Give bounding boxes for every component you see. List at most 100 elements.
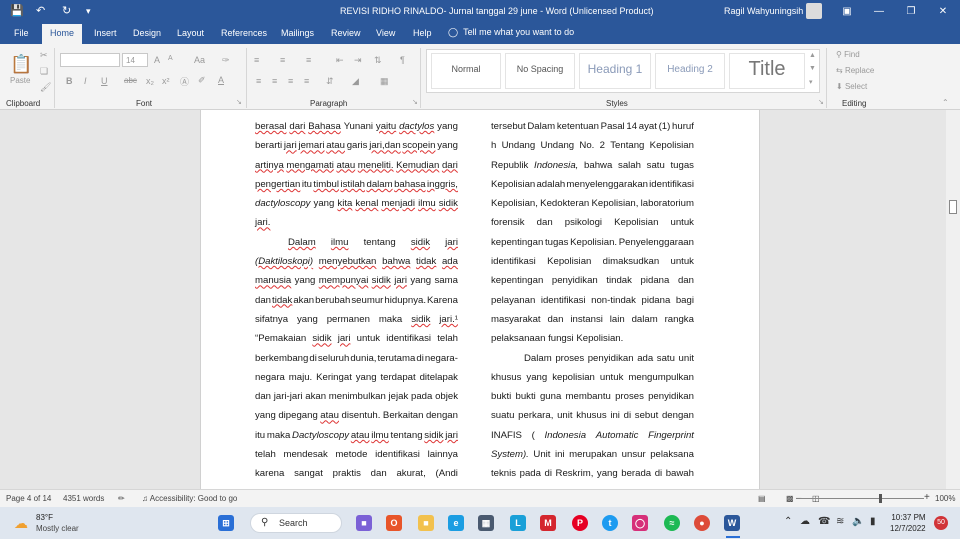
instagram-icon[interactable]: ◯ (632, 515, 648, 531)
vertical-scrollbar[interactable] (946, 110, 960, 489)
word-icon[interactable]: W (724, 515, 740, 531)
tab-references[interactable]: References (221, 28, 267, 38)
tab-layout[interactable]: Layout (177, 28, 204, 38)
cloud-icon[interactable]: ☁ (800, 516, 810, 527)
notification-badge[interactable]: 50 (934, 516, 948, 530)
multilevel-list-icon[interactable]: ≡ (306, 55, 311, 65)
styles-scroll-down-icon[interactable]: ▼ (809, 65, 816, 72)
pinterest-icon[interactable]: P (572, 515, 588, 531)
clear-formatting-icon[interactable]: ✑ (222, 55, 230, 66)
tab-insert[interactable]: Insert (94, 28, 117, 38)
format-painter-icon[interactable]: 🖌 (40, 82, 51, 93)
replace-button[interactable]: ⇆ Replace (836, 66, 874, 75)
subscript-button[interactable]: x₂ (146, 76, 154, 86)
avatar[interactable] (806, 3, 822, 19)
superscript-button[interactable]: x² (162, 76, 170, 86)
bold-button[interactable]: B (66, 76, 73, 86)
battery-icon[interactable]: ▮ (870, 516, 876, 527)
spotify-icon[interactable]: ≈ (664, 515, 680, 531)
close-icon[interactable]: ✕ (930, 3, 956, 21)
edge-icon[interactable]: e (448, 515, 464, 531)
tab-review[interactable]: Review (331, 28, 361, 38)
taskbar-search[interactable]: ⚲ Search (250, 513, 342, 533)
tab-view[interactable]: View (376, 28, 395, 38)
proofing-icon[interactable]: ✏ (118, 494, 125, 503)
office-icon[interactable]: O (386, 515, 402, 531)
align-left-icon[interactable]: ≡ (256, 76, 261, 86)
style-no-spacing[interactable]: No Spacing (505, 53, 575, 89)
justify-icon[interactable]: ≡ (304, 76, 309, 86)
read-mode-icon[interactable]: ▤ (758, 494, 766, 503)
highlight-icon[interactable]: ✐ (198, 75, 206, 86)
zoom-in-icon[interactable]: + (924, 492, 930, 503)
font-size-select[interactable]: 14 (122, 53, 148, 67)
start-icon[interactable]: ⊞ (218, 515, 234, 531)
zoom-slider-thumb[interactable] (879, 494, 882, 503)
left-column[interactable]: berasal dari Bahasa Yunani yaitu dactylos yang… (255, 120, 458, 487)
sort-icon[interactable]: ⇅ (374, 55, 382, 66)
styles-more-icon[interactable]: ▾ (809, 78, 813, 86)
tab-help[interactable]: Help (413, 28, 432, 38)
mcafee-icon[interactable]: M (540, 515, 556, 531)
zoom-slider[interactable] (800, 498, 924, 499)
paste-button[interactable]: Paste (10, 76, 30, 85)
font-color-icon[interactable]: A (218, 75, 224, 85)
ribbon-display-options-icon[interactable]: ▣ (834, 3, 860, 21)
italic-button[interactable]: I (84, 76, 87, 86)
grow-font-button[interactable]: A (154, 55, 160, 65)
change-case-button[interactable]: Aa (194, 55, 205, 65)
chrome-icon[interactable]: ● (694, 515, 710, 531)
right-column[interactable]: tersebut Dalam ketentuan Pasal 14 ayat (1) huru… (491, 120, 694, 487)
decrease-indent-icon[interactable]: ⇤ (336, 55, 344, 66)
align-center-icon[interactable]: ≡ (272, 76, 277, 86)
l-app-icon[interactable]: L (510, 515, 526, 531)
paragraph-launcher-icon[interactable]: ↘ (412, 98, 418, 106)
strikethrough-button[interactable]: abc (124, 76, 137, 85)
store-icon[interactable]: ▦ (478, 515, 494, 531)
teams-chat-icon[interactable]: ■ (356, 515, 372, 531)
styles-launcher-icon[interactable]: ↘ (818, 98, 824, 106)
increase-indent-icon[interactable]: ⇥ (354, 55, 362, 66)
minimize-icon[interactable]: — (866, 3, 892, 21)
paste-icon[interactable]: 📋 (10, 54, 32, 75)
tell-me-search[interactable]: ◯ Tell me what you want to do (448, 27, 574, 38)
shrink-font-button[interactable]: A (168, 55, 173, 62)
select-button[interactable]: ⬇ Select (836, 82, 867, 91)
styles-scroll-up-icon[interactable]: ▲ (809, 52, 816, 59)
save-icon[interactable]: 💾 (10, 4, 24, 17)
meet-now-icon[interactable]: ☎ (818, 516, 830, 527)
print-layout-icon[interactable]: ▩ (786, 494, 794, 503)
clipboard-launcher-icon[interactable]: ↘ (236, 98, 242, 106)
document-page[interactable]: berasal dari Bahasa Yunani yaitu dactylos yang… (200, 110, 760, 489)
font-name-select[interactable] (60, 53, 120, 67)
clock[interactable]: 10:37 PM 12/7/2022 (890, 512, 926, 534)
style-heading-1[interactable]: Heading 1 (579, 53, 651, 89)
cut-icon[interactable]: ✂ (40, 50, 48, 61)
copy-icon[interactable]: ❏ (40, 66, 48, 77)
twitter-icon[interactable]: t (602, 515, 618, 531)
align-right-icon[interactable]: ≡ (288, 76, 293, 86)
style-heading-2[interactable]: Heading 2 (655, 53, 725, 89)
numbering-icon[interactable]: ≡ (280, 55, 285, 65)
volume-icon[interactable]: 🔈 (852, 516, 864, 527)
shading-icon[interactable]: ◢ (352, 76, 359, 87)
redo-icon[interactable]: ↻ (62, 4, 71, 17)
zoom-level[interactable]: 100% (935, 494, 955, 503)
user-name[interactable]: Ragil Wahyuningsih (724, 6, 803, 16)
file-explorer-icon[interactable]: ■ (418, 515, 434, 531)
tab-home[interactable]: Home (42, 24, 83, 44)
accessibility-status[interactable]: ♫ Accessibility: Good to go (142, 494, 237, 503)
restore-icon[interactable]: ❐ (898, 3, 924, 21)
show-hidden-icons-icon[interactable]: ⌃ (784, 516, 792, 527)
bullets-icon[interactable]: ≡ (254, 55, 259, 65)
text-effects-icon[interactable]: Ⓐ (180, 75, 189, 88)
word-count[interactable]: 4351 words (63, 494, 104, 503)
customize-quick-access-icon[interactable]: ▾ (86, 6, 91, 17)
tab-file[interactable]: File (14, 28, 29, 38)
tab-mailings[interactable]: Mailings (281, 28, 314, 38)
wifi-icon[interactable]: ≋ (836, 516, 844, 527)
underline-button[interactable]: U (101, 76, 108, 86)
tab-design[interactable]: Design (133, 28, 161, 38)
line-spacing-icon[interactable]: ⇵ (326, 76, 334, 87)
show-marks-icon[interactable]: ¶ (400, 55, 405, 65)
